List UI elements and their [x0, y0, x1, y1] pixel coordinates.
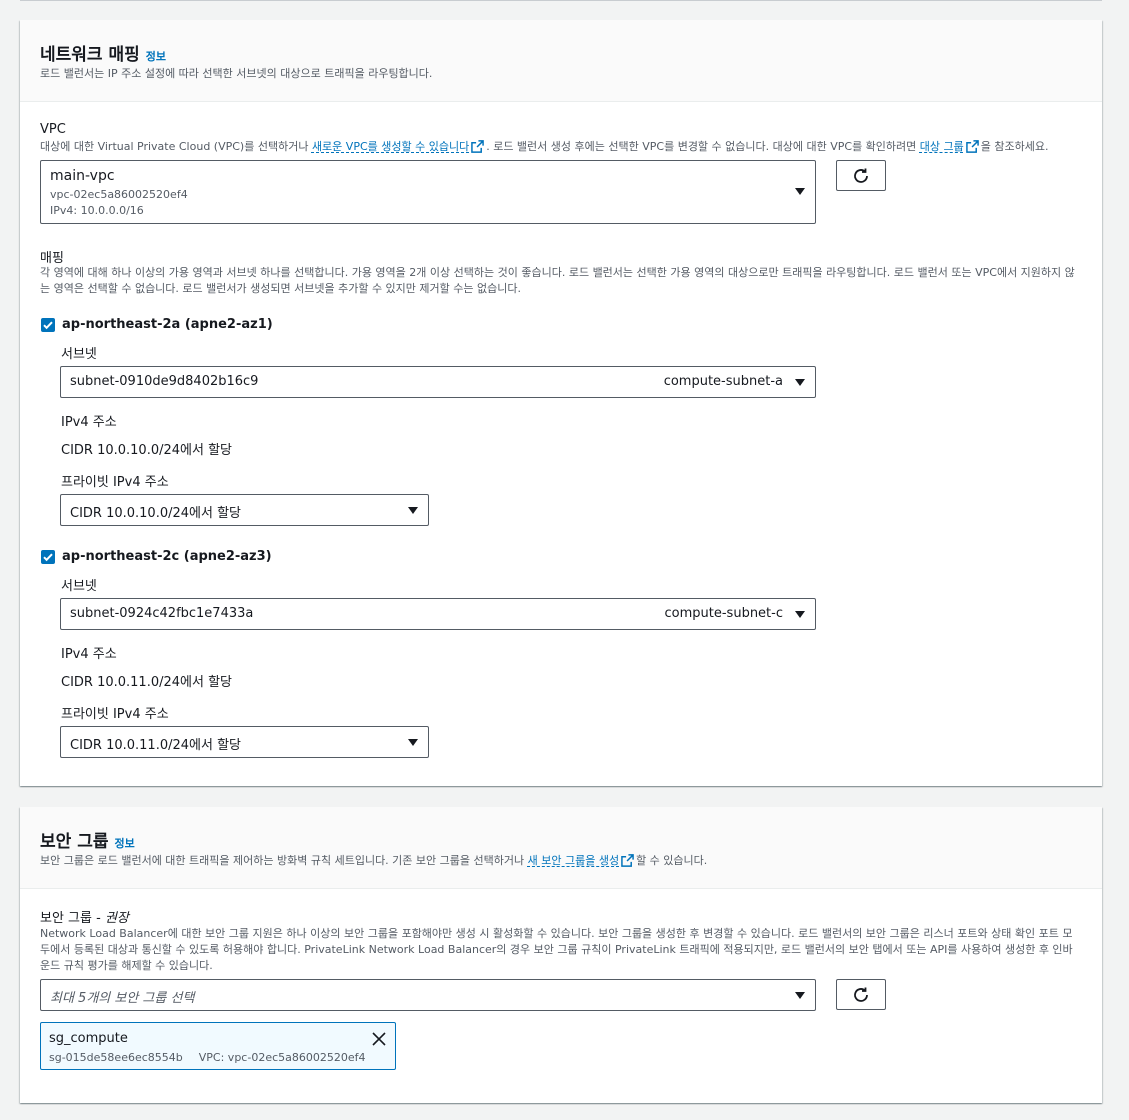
zone-c-subnet-id: subnet-0924c42fbc1e7433a: [70, 606, 254, 621]
vpc-selected-id: vpc-02ec5a86002520ef4: [50, 188, 188, 201]
checkmark-icon: [43, 553, 53, 562]
close-icon[interactable]: [371, 1031, 387, 1047]
zone-a-checkbox[interactable]: [41, 318, 55, 332]
security-desc-text-1: 보안 그룹은 로드 밸런서에 대한 트래픽을 제어하는 방화벽 규칙 세트입니다…: [40, 854, 528, 867]
zone-a-ipv4-label: IPv4 주소: [61, 415, 117, 430]
zone-c-ipv4-label: IPv4 주소: [61, 647, 117, 662]
caret-down-icon: [408, 507, 418, 514]
zone-c-name: ap-northeast-2c (apne2-az3): [62, 549, 272, 564]
security-refresh-button[interactable]: [836, 979, 886, 1010]
caret-down-icon: [795, 611, 805, 618]
refresh-icon: [854, 168, 868, 183]
mapping-description: 각 영역에 대해 하나 이상의 가용 영역과 서브넷 하나를 선택합니다. 가용…: [40, 266, 1075, 295]
zone-c-subnet-select[interactable]: subnet-0924c42fbc1e7433a compute-subnet-…: [60, 598, 816, 630]
zone-a-subnet-select[interactable]: subnet-0910de9d8402b16c9 compute-subnet-…: [60, 366, 816, 398]
network-mapping-header: 네트워크 매핑 정보 로드 밸런서는 IP 주소 설정에 따라 선택한 서브넷의 …: [20, 20, 1102, 102]
caret-down-icon: [795, 992, 805, 999]
caret-down-icon: [795, 379, 805, 386]
vpc-select[interactable]: main-vpc vpc-02ec5a86002520ef4 IPv4: 10.…: [40, 160, 816, 224]
security-group-placeholder: 최대 5개의 보안 그룹 선택: [50, 991, 195, 1006]
security-group-title: 보안 그룹 정보: [40, 827, 135, 852]
create-vpc-link[interactable]: 새로운 VPC를 생성할 수 있습니다: [312, 140, 469, 153]
security-field-label: 보안 그룹 - 권장: [40, 907, 129, 926]
checkmark-icon: [43, 321, 53, 330]
vpc-selected-name: main-vpc: [50, 168, 115, 184]
security-field-recommended: 권장: [104, 911, 129, 926]
refresh-icon: [854, 987, 868, 1002]
zone-c-ipv4-value: CIDR 10.0.11.0/24에서 할당: [61, 675, 233, 690]
zone-a-subnet-name: compute-subnet-a: [663, 374, 783, 389]
security-group-header: 보안 그룹 정보 보안 그룹은 로드 밸런서에 대한 트래픽을 제어하는 방화벽 …: [20, 807, 1102, 889]
network-mapping-panel: 네트워크 매핑 정보 로드 밸런서는 IP 주소 설정에 따라 선택한 서브넷의 …: [20, 20, 1102, 786]
vpc-description: 대상에 대한 Virtual Private Cloud (VPC)를 선택하거…: [40, 139, 1049, 155]
zone-a-private-value: CIDR 10.0.10.0/24에서 할당: [70, 506, 242, 521]
zone-a-ipv4-value: CIDR 10.0.10.0/24에서 할당: [61, 443, 233, 458]
zone-c-subnet-label: 서브넷: [61, 579, 97, 594]
vpc-refresh-button[interactable]: [836, 160, 886, 191]
security-field-description: Network Load Balancer에 대한 보안 그룹 지원은 하나 이…: [40, 927, 1073, 972]
security-info-link[interactable]: 정보: [114, 837, 134, 850]
network-mapping-title-text: 네트워크 매핑: [40, 45, 140, 65]
zone-c-private-label: 프라이빗 IPv4 주소: [61, 707, 169, 722]
security-desc-text-2: 할 수 있습니다.: [636, 854, 708, 867]
caret-down-icon: [795, 188, 805, 195]
vpc-selected-cidr: IPv4: 10.0.0.0/16: [50, 204, 144, 217]
security-group-select[interactable]: 최대 5개의 보안 그룹 선택: [40, 979, 816, 1011]
external-link-icon: [965, 140, 979, 153]
security-group-panel: 보안 그룹 정보 보안 그룹은 로드 밸런서에 대한 트래픽을 제어하는 방화벽 …: [20, 807, 1102, 1103]
previous-panel-edge: [20, 0, 1102, 1]
create-security-group-link[interactable]: 새 보안 그룹을 생성: [528, 854, 619, 867]
security-group-token: sg_compute sg-015de58ee6ec8554b VPC: vpc-…: [40, 1022, 396, 1070]
external-link-icon: [621, 854, 634, 867]
token-name: sg_compute: [49, 1031, 128, 1046]
network-mapping-title: 네트워크 매핑 정보: [40, 40, 166, 65]
zone-a-private-label: 프라이빗 IPv4 주소: [61, 475, 169, 490]
zone-a-private-select[interactable]: CIDR 10.0.10.0/24에서 할당: [60, 494, 429, 526]
zone-a-name: ap-northeast-2a (apne2-az1): [62, 317, 273, 332]
caret-down-icon: [408, 739, 418, 746]
security-group-description: 보안 그룹은 로드 밸런서에 대한 트래픽을 제어하는 방화벽 규칙 세트입니다…: [40, 852, 707, 868]
zone-a-subnet-id: subnet-0910de9d8402b16c9: [70, 374, 259, 389]
zone-c-checkbox[interactable]: [41, 550, 55, 564]
vpc-label: VPC: [40, 122, 66, 137]
token-details: sg-015de58ee6ec8554b VPC: vpc-02ec5a86002…: [49, 1051, 366, 1064]
vpc-desc-text-1: 대상에 대한 Virtual Private Cloud (VPC)를 선택하거…: [40, 140, 312, 153]
security-group-title-text: 보안 그룹: [40, 832, 109, 852]
security-field-label-text: 보안 그룹 -: [40, 911, 105, 926]
target-group-link[interactable]: 대상 그룹: [920, 140, 964, 153]
network-info-link[interactable]: 정보: [146, 50, 166, 63]
zone-c-private-value: CIDR 10.0.11.0/24에서 할당: [70, 738, 242, 753]
zone-c-subnet-name: compute-subnet-c: [664, 606, 783, 621]
zone-a-subnet-label: 서브넷: [61, 347, 97, 362]
token-vpc: VPC: vpc-02ec5a86002520ef4: [198, 1051, 366, 1064]
external-link-icon: [471, 140, 485, 153]
vpc-desc-text-2: . 로드 밸런서 생성 후에는 선택한 VPC를 변경할 수 없습니다. 대상에…: [486, 140, 920, 153]
zone-c-private-select[interactable]: CIDR 10.0.11.0/24에서 할당: [60, 726, 429, 758]
vpc-desc-text-3: 을 참조하세요.: [980, 140, 1049, 153]
network-mapping-description: 로드 밸런서는 IP 주소 설정에 따라 선택한 서브넷의 대상으로 트래픽을 …: [40, 67, 433, 80]
token-id: sg-015de58ee6ec8554b: [49, 1051, 183, 1064]
mapping-label: 매핑: [40, 251, 64, 266]
